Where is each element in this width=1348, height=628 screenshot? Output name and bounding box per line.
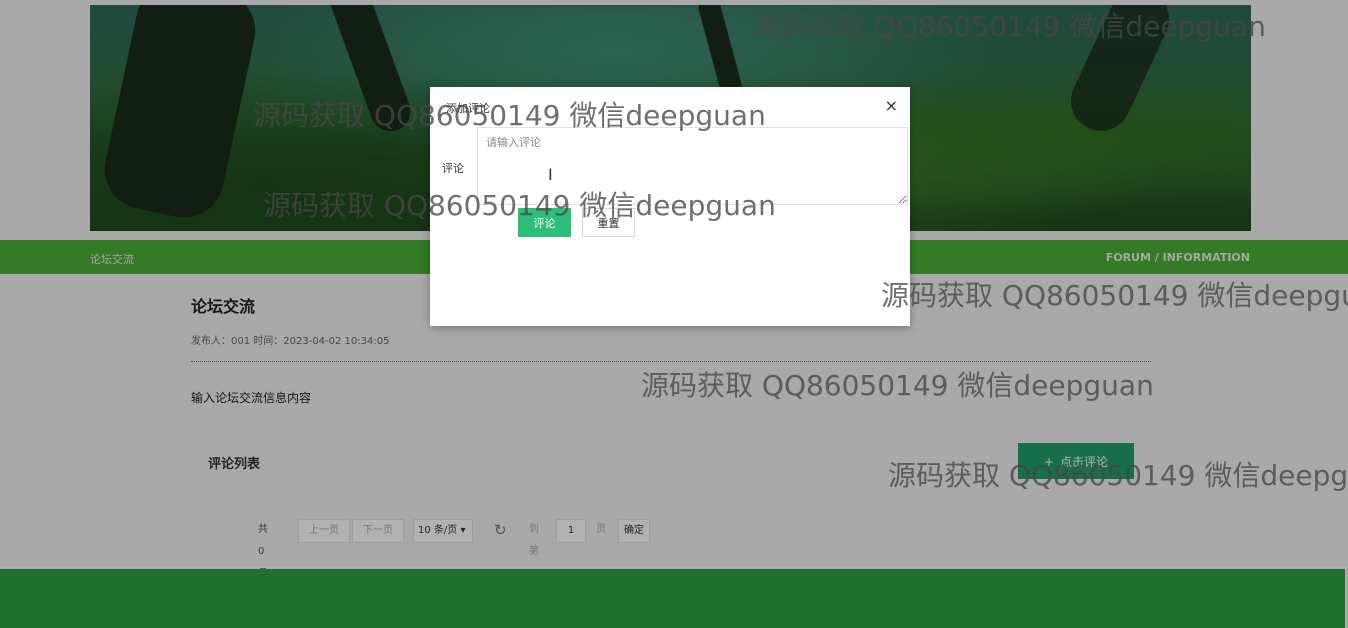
close-icon[interactable]: × xyxy=(885,96,898,115)
dialog-title: 添加评论 xyxy=(446,102,490,115)
submit-comment-button[interactable]: 评论 xyxy=(518,208,571,237)
text-cursor-icon: I xyxy=(548,165,553,184)
comment-field-label: 评论 xyxy=(442,162,464,175)
reset-button[interactable]: 重置 xyxy=(582,208,635,237)
comment-textarea[interactable] xyxy=(477,127,908,205)
add-comment-dialog: 添加评论 × 评论 I 评论 重置 xyxy=(430,87,910,326)
